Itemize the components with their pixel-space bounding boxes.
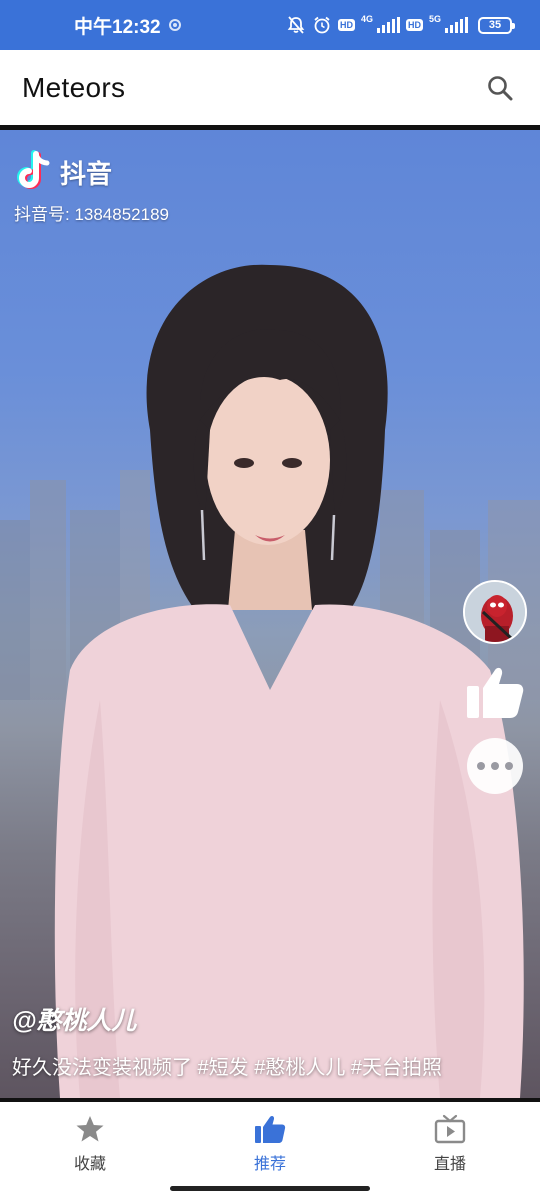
app-title: Meteors [22, 71, 126, 103]
nav-label-live: 直播 [433, 1156, 466, 1173]
star-icon [76, 1116, 104, 1142]
nav-item-favorites[interactable]: 收藏 [20, 1114, 160, 1174]
thumbs-up-icon [255, 1115, 286, 1143]
video-player[interactable]: 抖音 抖音号: 1384852189 @憨桃人儿 好久没法变装视频了 #短发 #… [0, 130, 540, 1098]
douyin-logo-icon [17, 150, 50, 189]
network-type-label-2: 5G [428, 14, 441, 24]
video-frame-person [54, 264, 524, 1098]
status-bar: 中午12:32 HD 4G HD 5G 35 [0, 0, 540, 50]
nav-label-recommended: 推荐 [253, 1156, 286, 1173]
search-icon [488, 75, 513, 100]
side-action-bar [462, 580, 528, 794]
more-dot-icon [491, 762, 499, 770]
douyin-watermark: 抖音 抖音号: 1384852189 [14, 150, 169, 225]
mute-bell-icon [287, 16, 305, 34]
video-caption: @憨桃人儿 好久没法变装视频了 #短发 #憨桃人儿 #天台拍照 [12, 1001, 528, 1080]
nav-item-live[interactable]: 直播 [380, 1114, 520, 1174]
like-button[interactable] [465, 664, 525, 720]
status-time: 中午12:32 [74, 16, 161, 38]
status-right: HD 4G HD 5G 35 [286, 14, 515, 35]
watermark-brand: 抖音 [14, 150, 169, 194]
avatar-image [465, 582, 525, 642]
alarm-icon [314, 16, 330, 34]
more-dot-icon [505, 762, 513, 770]
video-author[interactable]: @憨桃人儿 [12, 1001, 528, 1037]
battery-indicator: 35 [478, 16, 515, 34]
watermark-app-name: 抖音 [60, 158, 113, 189]
more-options-button[interactable] [467, 738, 523, 794]
nav-label-favorites: 收藏 [73, 1156, 106, 1173]
app-bar: Meteors [0, 50, 540, 130]
network-type-label: 4G [360, 14, 373, 24]
status-left: 中午12:32 [74, 12, 181, 39]
signal-icon [376, 17, 400, 33]
hd-badge-2: HD [405, 19, 423, 31]
watermark-account-id: 抖音号: 1384852189 [14, 205, 169, 224]
nav-item-recommended[interactable]: 推荐 [200, 1114, 340, 1174]
author-avatar[interactable] [463, 580, 527, 644]
tv-icon [434, 1114, 466, 1144]
more-dot-icon [477, 762, 485, 770]
home-indicator[interactable] [170, 1186, 370, 1191]
video-description: 好久没法变装视频了 #短发 #憨桃人儿 #天台拍照 [12, 1057, 443, 1079]
hd-badge: HD [337, 19, 355, 31]
search-button[interactable] [480, 68, 520, 108]
notification-icon [168, 19, 181, 31]
signal-icon-2 [445, 17, 468, 33]
